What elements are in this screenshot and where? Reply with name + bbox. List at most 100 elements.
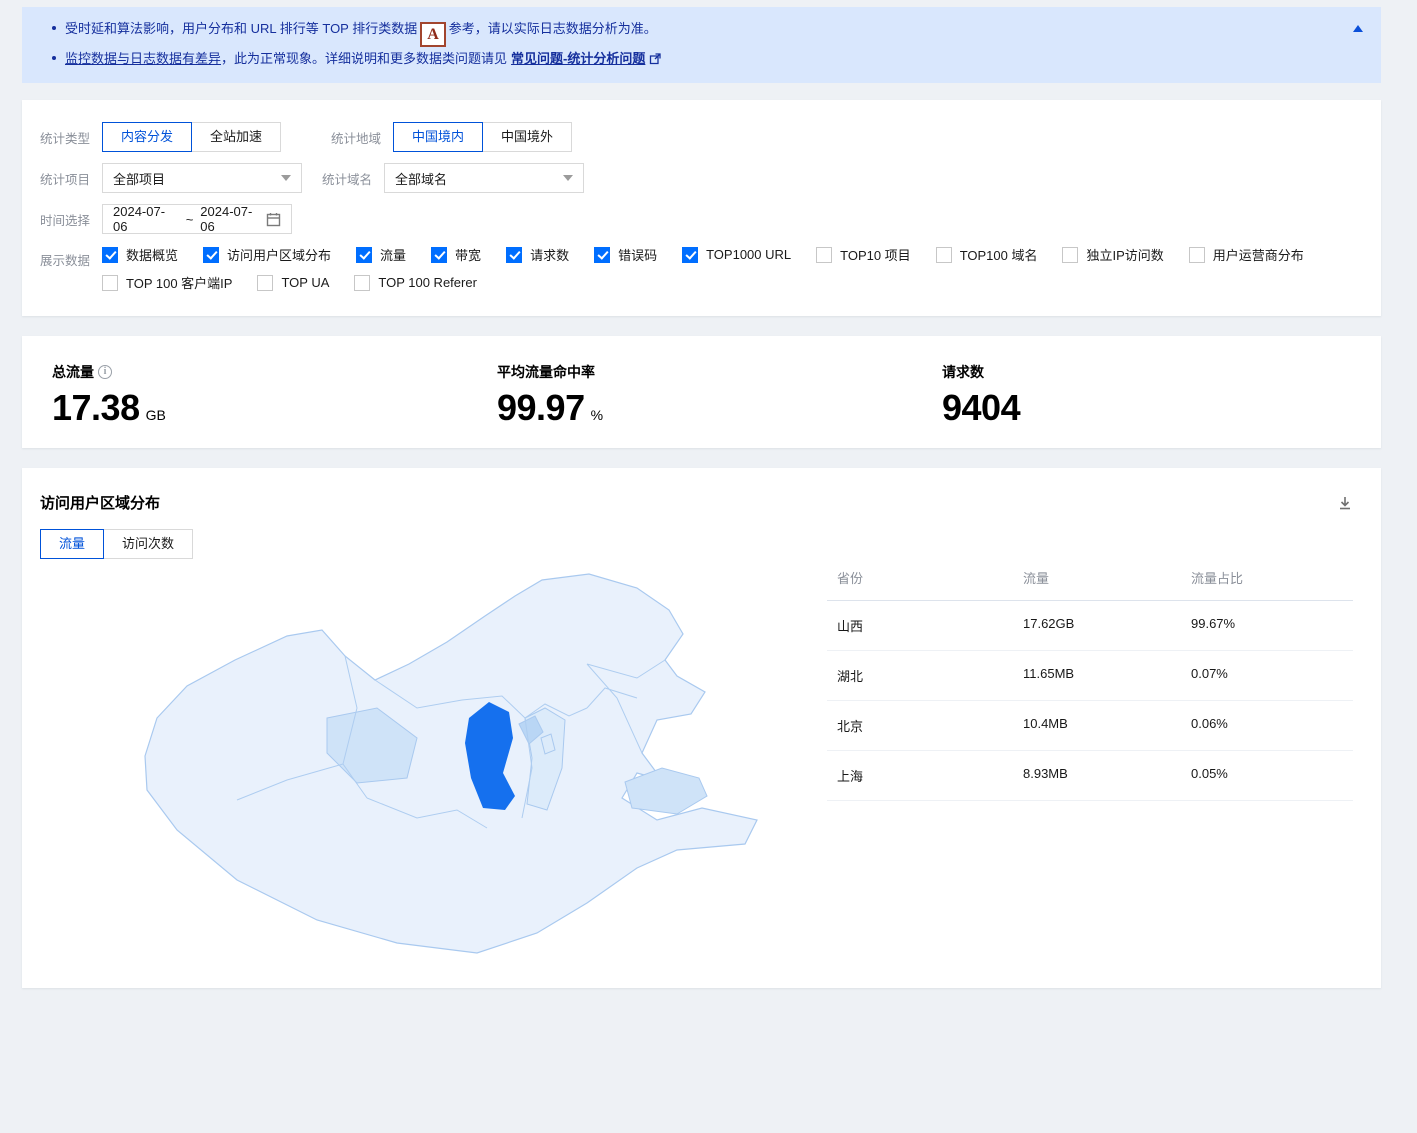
- stat-region-label: 统计地域: [331, 128, 381, 147]
- region-metric-tabs: 流量 访问次数: [40, 529, 1381, 559]
- checkbox-label: 数据概览: [126, 245, 178, 264]
- checkbox-label: TOP10 项目: [840, 245, 911, 264]
- checkbox-top1000-url[interactable]: TOP1000 URL: [682, 247, 791, 263]
- metric-hit-rate: 平均流量命中率 99.97 %: [497, 362, 942, 448]
- stat-region-option-overseas[interactable]: 中国境外: [482, 122, 572, 152]
- checkbox-label: 请求数: [530, 245, 569, 264]
- cell-ratio: 0.06%: [1191, 716, 1353, 735]
- bullet-icon: [52, 26, 56, 30]
- cell-traffic: 11.65MB: [1023, 666, 1191, 685]
- notice-1-text-after: 参考，请以实际日志数据分析为准。: [449, 21, 657, 36]
- region-table: 省份 流量 流量占比 山西 17.62GB 99.67% 湖北 11.65MB …: [827, 560, 1353, 801]
- metric-value-row: 99.97 %: [497, 390, 942, 426]
- checkbox-user-region[interactable]: 访问用户区域分布: [203, 245, 331, 264]
- project-select[interactable]: 全部项目: [102, 163, 302, 193]
- metric-label-row: 平均流量命中率: [497, 362, 942, 382]
- chevron-down-icon: [281, 175, 291, 181]
- china-map[interactable]: [117, 568, 807, 1128]
- checkbox-label: 用户运营商分布: [1213, 245, 1304, 264]
- metric-value: 9404: [942, 390, 1020, 426]
- checkbox-label: 访问用户区域分布: [227, 245, 331, 264]
- checkbox-top100-client-ip[interactable]: TOP 100 客户端IP: [102, 273, 232, 292]
- notice-1-text-before: 受时延和算法影响，用户分布和 URL 排行等 TOP 排行类数据: [65, 21, 417, 36]
- faq-link[interactable]: 常见问题-统计分析问题: [511, 51, 645, 66]
- checkbox-icon: [594, 247, 610, 263]
- checkbox-top100-referer[interactable]: TOP 100 Referer: [354, 275, 477, 291]
- checkbox-label: TOP100 域名: [960, 245, 1038, 264]
- cell-province: 山西: [837, 616, 1023, 635]
- cdn-statistics-page: 受时延和算法影响，用户分布和 URL 排行等 TOP 排行类数据 A 参考，请以实际…: [0, 0, 1417, 988]
- cell-province: 湖北: [837, 666, 1023, 685]
- tab-visit-count[interactable]: 访问次数: [103, 529, 193, 559]
- metric-value-row: 9404: [942, 390, 1026, 426]
- checkbox-label: 错误码: [618, 245, 657, 264]
- region-panel-title: 访问用户区域分布: [40, 492, 160, 513]
- stat-region-option-mainland[interactable]: 中国境内: [393, 122, 483, 152]
- external-link-icon[interactable]: [649, 49, 661, 73]
- cell-ratio: 99.67%: [1191, 616, 1353, 635]
- stat-type-group: 内容分发 全站加速: [102, 122, 281, 152]
- metric-label: 平均流量命中率: [497, 362, 595, 382]
- tab-traffic[interactable]: 流量: [40, 529, 104, 559]
- checkbox-icon: [816, 247, 832, 263]
- region-table-header: 省份 流量 流量占比: [827, 560, 1353, 601]
- checkbox-icon: [102, 275, 118, 291]
- chevron-up-icon: [1353, 25, 1363, 32]
- checkbox-top-ua[interactable]: TOP UA: [257, 275, 329, 291]
- stat-type-option-whole-site[interactable]: 全站加速: [191, 122, 281, 152]
- checkbox-requests[interactable]: 请求数: [506, 245, 569, 264]
- checkbox-label: TOP 100 客户端IP: [126, 273, 232, 292]
- notice-2-underlined: 监控数据与日志数据有差异: [65, 51, 221, 66]
- metric-label: 总流量: [52, 362, 94, 382]
- checkbox-icon: [506, 247, 522, 263]
- cell-traffic: 17.62GB: [1023, 616, 1191, 635]
- stat-region-group: 中国境内 中国境外: [393, 122, 572, 152]
- metric-label-row: 请求数: [942, 362, 1026, 382]
- filter-row-display-data: 展示数据 数据概览 访问用户区域分布 流量 带宽 请求数 错误码 TOP1000…: [40, 245, 1361, 292]
- domain-select-value: 全部域名: [395, 169, 447, 188]
- cell-province: 北京: [837, 716, 1023, 735]
- checkbox-label: 带宽: [455, 245, 481, 264]
- notice-line-1: 受时延和算法影响，用户分布和 URL 排行等 TOP 排行类数据 A 参考，请以实际…: [52, 17, 1337, 47]
- checkbox-icon: [203, 247, 219, 263]
- download-icon[interactable]: [1335, 493, 1355, 513]
- region-distribution-panel: 访问用户区域分布 流量 访问次数: [22, 468, 1381, 988]
- cell-ratio: 0.05%: [1191, 766, 1353, 785]
- date-range-input[interactable]: 2024-07-06 ~ 2024-07-06: [102, 204, 292, 234]
- time-range-label: 时间选择: [40, 210, 90, 229]
- map-province-shandong: [625, 768, 707, 814]
- checkbox-top10-project[interactable]: TOP10 项目: [816, 245, 911, 264]
- broken-image-letter: A: [427, 26, 439, 43]
- metric-unit: %: [591, 407, 603, 423]
- metric-value-row: 17.38 GB: [52, 390, 497, 426]
- col-traffic-ratio: 流量占比: [1191, 568, 1353, 587]
- domain-select[interactable]: 全部域名: [384, 163, 584, 193]
- metric-label-row: 总流量: [52, 362, 497, 382]
- checkbox-traffic[interactable]: 流量: [356, 245, 406, 264]
- checkbox-top100-domain[interactable]: TOP100 域名: [936, 245, 1038, 264]
- checkbox-isp-distribution[interactable]: 用户运营商分布: [1189, 245, 1304, 264]
- collapse-banner-button[interactable]: [1351, 23, 1365, 34]
- bullet-icon: [52, 56, 56, 60]
- col-province: 省份: [837, 568, 1023, 587]
- metric-value: 99.97: [497, 390, 585, 426]
- metric-label: 请求数: [942, 362, 984, 382]
- notice-2-text: ，此为正常现象。详细说明和更多数据类问题请见: [221, 51, 507, 66]
- stat-type-label: 统计类型: [40, 128, 90, 147]
- stat-type-option-content-delivery[interactable]: 内容分发: [102, 122, 192, 152]
- map-land: [145, 574, 757, 953]
- checkbox-icon: [682, 247, 698, 263]
- display-data-label: 展示数据: [40, 245, 90, 269]
- date-separator: ~: [186, 212, 194, 227]
- checkbox-label: TOP UA: [281, 275, 329, 290]
- cell-traffic: 8.93MB: [1023, 766, 1191, 785]
- checkbox-error-codes[interactable]: 错误码: [594, 245, 657, 264]
- checkbox-icon: [356, 247, 372, 263]
- checkbox-label: 独立IP访问数: [1086, 245, 1163, 264]
- checkbox-label: TOP1000 URL: [706, 247, 791, 262]
- info-icon[interactable]: [98, 365, 112, 379]
- checkbox-unique-ip[interactable]: 独立IP访问数: [1062, 245, 1163, 264]
- checkbox-bandwidth[interactable]: 带宽: [431, 245, 481, 264]
- checkbox-data-overview[interactable]: 数据概览: [102, 245, 178, 264]
- calendar-icon: [266, 212, 281, 227]
